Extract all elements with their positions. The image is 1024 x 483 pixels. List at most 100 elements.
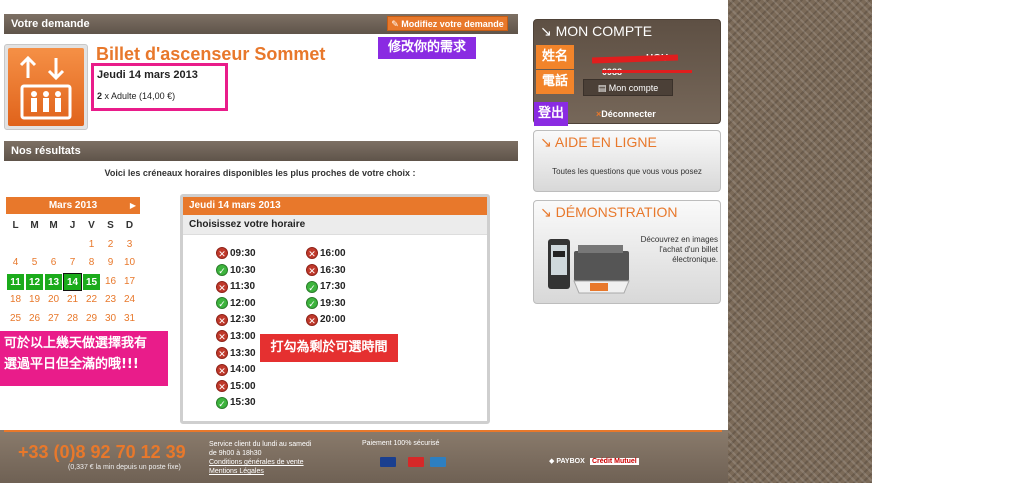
calendar-day-name: J: [69, 220, 76, 231]
time-slot[interactable]: ✓ 17:30: [306, 280, 346, 296]
calendar-empty: [63, 236, 82, 255]
time-slot[interactable]: ✓ 15:30: [216, 396, 256, 412]
calendar-day: 22: [85, 294, 98, 305]
calendar-day: 24: [123, 294, 136, 305]
calendar-day[interactable]: 12: [25, 272, 44, 291]
time-slot[interactable]: ✓ 19:30: [306, 297, 346, 313]
calendar-day[interactable]: 11: [6, 272, 25, 291]
annotation-logout: 登出: [534, 102, 568, 126]
paybox-logo: ◆ PAYBOX: [549, 457, 585, 465]
calendar-day: 8: [88, 257, 95, 268]
slot-time: 12:30: [230, 314, 256, 326]
btn-label: Mon compte: [608, 83, 659, 93]
slots-date-header: Jeudi 14 mars 2013: [183, 197, 487, 215]
calendar-day: 9: [107, 257, 114, 268]
calendar-day-name: M: [49, 220, 58, 231]
paybox-icon: ◆: [549, 458, 555, 465]
footer-separator: [4, 430, 722, 432]
slot-time: 11:30: [230, 281, 256, 293]
request-details-box: Jeudi 14 mars 2013 2 x Adulte (14,00 €): [91, 63, 228, 111]
calendar-day: 31: [123, 312, 136, 324]
slot-time: 16:30: [320, 264, 346, 276]
slots-subheader: Choisissez votre horaire: [183, 215, 487, 235]
redaction-mark: [602, 70, 692, 73]
title-text: AIDE EN LIGNE: [554, 134, 657, 150]
calendar: Mars 2013 ▶ L M M J V S D 1 2 3 4 5 6 7 8 9 10 11 12 13 14 15…: [6, 197, 140, 328]
cgv-link[interactable]: Conditions générales de vente: [209, 458, 359, 467]
credit-mutuel-logo: Crédit Mutuel: [590, 458, 639, 465]
arrow-icon: ↘: [540, 134, 552, 150]
slot-time: 12:00: [230, 297, 256, 309]
time-slot: ✕ 13:00: [216, 330, 256, 346]
cross-icon: ✕: [216, 330, 228, 343]
calendar-day[interactable]: 14: [63, 272, 82, 291]
time-slot: ✕ 11:30: [216, 280, 255, 296]
time-slot: ✕ 16:00: [306, 247, 346, 263]
time-slot: ✕ 14:00: [216, 363, 256, 379]
request-date: Jeudi 14 mars 2013: [97, 69, 198, 81]
calendar-day: 18: [9, 294, 22, 305]
slot-time: 19:30: [320, 297, 346, 309]
calendar-day: 4: [12, 257, 19, 268]
footer-phone-note: (0,337 € la min depuis un poste fixe): [68, 464, 181, 471]
annotation-weekday-note: 可於以上幾天做選擇我有 選過平日但全滿的哦!!!: [0, 331, 168, 386]
logout-link[interactable]: ×Déconnecter: [596, 109, 656, 119]
slot-time: 13:30: [230, 347, 256, 359]
check-icon: ✓: [216, 396, 228, 409]
service-text: Service client du lundi au samedi: [209, 441, 312, 448]
calendar-day: 6: [50, 257, 57, 268]
arrow-icon: ↘: [540, 23, 552, 39]
calendar-day: 3: [126, 238, 133, 250]
elevator-product-icon: [4, 44, 88, 130]
cross-icon: ✕: [216, 313, 228, 326]
cross-icon: ✕: [216, 363, 228, 376]
time-slot: ✕ 09:30: [216, 247, 256, 263]
section-title: Nos résultats: [11, 145, 81, 157]
calendar-day: 23: [104, 294, 117, 305]
chevron-right-icon[interactable]: ▶: [130, 197, 136, 214]
calendar-header: Mars 2013 ▶: [6, 197, 140, 214]
cross-icon: ✕: [216, 346, 228, 359]
annotation-phone: 電話: [536, 70, 574, 94]
calendar-day: 20: [47, 294, 60, 305]
calendar-day[interactable]: 13: [44, 272, 63, 291]
slot-time: 10:30: [230, 264, 256, 276]
calendar-day: 16: [104, 275, 117, 287]
arrow-icon: ↘: [540, 204, 552, 220]
cross-icon: ✕: [306, 263, 318, 276]
panel-title: ↘ AIDE EN LIGNE: [534, 131, 720, 153]
results-subtitle: Voici les créneaux horaires disponibles …: [104, 168, 416, 178]
calendar-day: 28: [66, 312, 79, 324]
calendar-day[interactable]: 15: [82, 272, 101, 291]
calendar-day-name: V: [88, 220, 95, 231]
calendar-day: 10: [123, 257, 136, 268]
slot-time: 17:30: [320, 281, 346, 293]
time-slot: ✕ 15:00: [216, 380, 256, 396]
demonstration-panel[interactable]: ↘ DÉMONSTRATION Découvrez en images l'ac…: [533, 200, 721, 304]
time-slot: ✕ 20:00: [306, 313, 346, 329]
annotation-modify: 修改你的需求: [378, 37, 476, 59]
calendar-day-name: S: [107, 220, 114, 231]
modify-request-button[interactable]: ✎ Modifiez votre demande: [387, 16, 508, 31]
aide-en-ligne-panel[interactable]: ↘ AIDE EN LIGNE Toutes les questions que…: [533, 130, 721, 192]
section-title: Votre demande: [11, 18, 90, 30]
calendar-day-name: D: [125, 220, 134, 231]
footer-phone: +33 (0)8 92 70 12 39: [18, 442, 186, 462]
aide-text: Toutes les questions que vous vous posez: [552, 167, 702, 176]
slot-time: 13:00: [230, 331, 256, 342]
modify-label: Modifiez votre demande: [401, 19, 504, 29]
time-slot[interactable]: ✓ 10:30: [216, 263, 256, 280]
panel-title: ↘ MON COMPTE: [534, 20, 720, 42]
cross-icon: ✕: [216, 247, 228, 260]
calendar-day: 25: [9, 312, 22, 324]
mon-compte-button[interactable]: ▤ Mon compte: [583, 79, 673, 96]
printer-phone-illustration: [548, 239, 630, 294]
check-icon: ✓: [216, 297, 228, 310]
time-slot[interactable]: ✓ 12:00: [216, 297, 256, 313]
cross-icon: ✕: [306, 247, 318, 260]
cross-icon: ✕: [216, 280, 228, 293]
service-text: de 9h00 à 18h30: [209, 450, 262, 457]
calendar-day: 1: [88, 238, 95, 250]
note-line: 可於以上幾天做選擇我有: [4, 336, 148, 351]
mentions-legales-link[interactable]: Mentions Légales: [209, 467, 359, 476]
